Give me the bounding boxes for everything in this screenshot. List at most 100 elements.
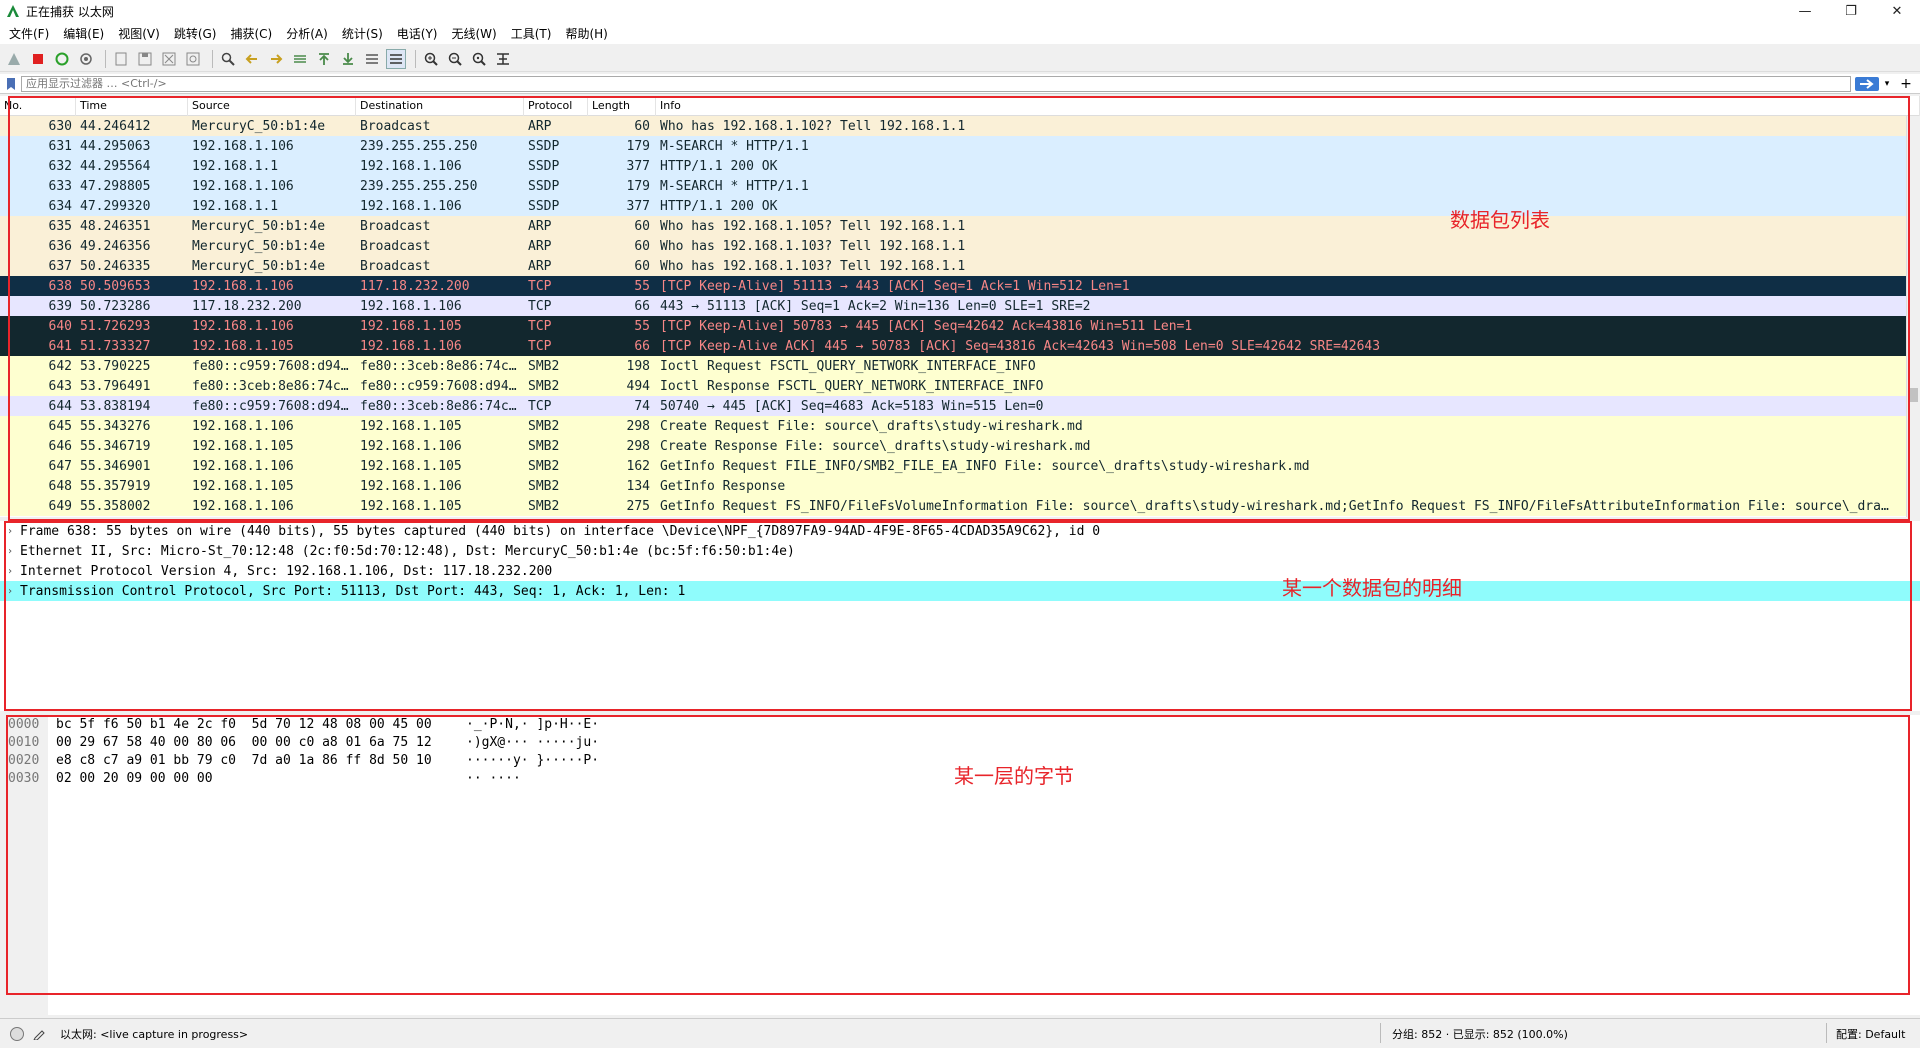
detail-tree-row[interactable]: › Internet Protocol Version 4, Src: 192.1…: [0, 561, 1920, 581]
cell-length: 377: [626, 158, 650, 174]
apply-filter-arrow-icon[interactable]: [1855, 76, 1879, 91]
detail-tree-row[interactable]: › Frame 638: 55 bytes on wire (440 bits),…: [0, 521, 1920, 541]
start-capture-icon[interactable]: [4, 49, 24, 69]
resize-columns-icon[interactable]: [493, 49, 513, 69]
menu-go[interactable]: 跳转(G): [167, 25, 224, 42]
packet-row[interactable]: 637 50.246335 MercuryC_50:b1:4e Broadcast AR…: [0, 256, 1920, 276]
column-header-source[interactable]: Source: [188, 96, 356, 116]
chevron-right-icon[interactable]: ›: [0, 566, 20, 577]
packet-row[interactable]: 648 55.357919 192.168.1.105 192.168.1.106 SM…: [0, 476, 1920, 496]
find-packet-icon[interactable]: [218, 49, 238, 69]
status-profile[interactable]: 配置: Default: [1836, 1026, 1905, 1042]
zoom-in-icon[interactable]: [421, 49, 441, 69]
bytes-hex[interactable]: bc 5f f6 50 b1 4e 2c f0 5d 70 12 48 08 0…: [56, 717, 456, 732]
bytes-ascii[interactable]: ·· ····: [466, 771, 666, 786]
packet-row[interactable]: 643 53.796491 fe80::3ceb:8e86:74c… fe80::c9…: [0, 376, 1920, 396]
packet-row[interactable]: 633 47.298805 192.168.1.106 239.255.255.250…: [0, 176, 1920, 196]
packet-row[interactable]: 639 50.723286 117.18.232.200 192.168.1.106 T…: [0, 296, 1920, 316]
menu-wireless[interactable]: 无线(W): [445, 25, 504, 42]
packet-row[interactable]: 635 48.246351 MercuryC_50:b1:4e Broadcast AR…: [0, 216, 1920, 236]
zoom-out-icon[interactable]: [445, 49, 465, 69]
packet-row[interactable]: 638 50.509653 192.168.1.106 117.18.232.200 T…: [0, 276, 1920, 296]
menu-view[interactable]: 视图(V): [111, 25, 167, 42]
menu-edit[interactable]: 编辑(E): [56, 25, 111, 42]
close-button[interactable]: ✕: [1874, 0, 1920, 22]
column-header-protocol[interactable]: Protocol: [524, 96, 588, 116]
bytes-ascii[interactable]: ······y· }·····P·: [466, 753, 666, 768]
packet-row[interactable]: 649 55.358002 192.168.1.106 192.168.1.105 SM…: [0, 496, 1920, 516]
packet-row[interactable]: 641 51.733327 192.168.1.105 192.168.1.106 TC…: [0, 336, 1920, 356]
cell-time: 53.796491: [80, 378, 151, 394]
zoom-normal-icon[interactable]: [469, 49, 489, 69]
menu-capture[interactable]: 捕获(C): [223, 25, 279, 42]
menu-help[interactable]: 帮助(H): [558, 25, 614, 42]
stop-capture-icon[interactable]: [28, 49, 48, 69]
scrollbar-thumb[interactable]: [1909, 388, 1918, 402]
column-header-no[interactable]: No.: [0, 96, 76, 116]
chevron-right-icon[interactable]: ›: [0, 546, 20, 557]
close-file-icon[interactable]: [159, 49, 179, 69]
bytes-offset: 0000: [8, 716, 40, 732]
go-to-packet-icon[interactable]: [290, 49, 310, 69]
bytes-hex[interactable]: 00 29 67 58 40 00 80 06 00 00 c0 a8 01 6…: [56, 735, 456, 750]
cell-length: 298: [626, 438, 650, 454]
expert-info-led-icon[interactable]: [10, 1026, 24, 1041]
bytes-ascii[interactable]: ·)gX@··· ·····ju·: [466, 735, 666, 750]
packet-row[interactable]: 630 44.246412 MercuryC_50:b1:4e Broadcast AR…: [0, 116, 1920, 136]
cell-destination: 239.255.255.250: [360, 178, 478, 194]
menu-file[interactable]: 文件(F): [2, 25, 56, 42]
chevron-right-icon[interactable]: ›: [0, 526, 20, 537]
cell-protocol: SMB2: [528, 458, 560, 474]
autoscroll-icon[interactable]: [362, 49, 382, 69]
packet-row[interactable]: 645 55.343276 192.168.1.106 192.168.1.105 SM…: [0, 416, 1920, 436]
menu-tools[interactable]: 工具(T): [504, 25, 559, 42]
detail-tree-row[interactable]: › Ethernet II, Src: Micro-St_70:12:48 (2c…: [0, 541, 1920, 561]
column-header-destination[interactable]: Destination: [356, 96, 524, 116]
packet-row[interactable]: 636 49.246356 MercuryC_50:b1:4e Broadcast AR…: [0, 236, 1920, 256]
bookmark-icon[interactable]: [3, 76, 19, 92]
packet-list-scrollbar[interactable]: [1906, 116, 1920, 517]
restart-capture-icon[interactable]: [52, 49, 72, 69]
column-header-time[interactable]: Time: [76, 96, 188, 116]
column-header-length[interactable]: Length: [588, 96, 656, 116]
column-header-info[interactable]: Info: [656, 96, 1920, 116]
packet-row[interactable]: 632 44.295564 192.168.1.1 192.168.1.106 SSDP…: [0, 156, 1920, 176]
packet-row[interactable]: 642 53.790225 fe80::c959:7608:d94… fe80::3c…: [0, 356, 1920, 376]
go-forward-icon[interactable]: [266, 49, 286, 69]
packet-row[interactable]: 634 47.299320 192.168.1.1 192.168.1.106 SSDP…: [0, 196, 1920, 216]
bytes-hex[interactable]: 02 00 20 09 00 00 00: [56, 771, 456, 786]
packet-row[interactable]: 631 44.295063 192.168.1.106 239.255.255.250…: [0, 136, 1920, 156]
first-packet-icon[interactable]: [314, 49, 334, 69]
last-packet-icon[interactable]: [338, 49, 358, 69]
cell-protocol: SSDP: [528, 138, 560, 154]
cell-destination: fe80::3ceb:8e86:74c…: [360, 398, 517, 414]
wireshark-fin-icon: [6, 4, 20, 18]
add-filter-button-plus-icon[interactable]: +: [1899, 76, 1913, 92]
save-file-icon[interactable]: [135, 49, 155, 69]
cell-no: 649: [48, 498, 72, 514]
reload-file-icon[interactable]: [183, 49, 203, 69]
menu-statistics[interactable]: 统计(S): [335, 25, 390, 42]
capture-comment-pencil-icon[interactable]: [32, 1027, 46, 1041]
chevron-right-icon[interactable]: ›: [0, 586, 20, 597]
packet-row[interactable]: 646 55.346719 192.168.1.105 192.168.1.106 SM…: [0, 436, 1920, 456]
restore-button[interactable]: ❐: [1828, 0, 1874, 22]
packet-row[interactable]: 640 51.726293 192.168.1.106 192.168.1.105 TC…: [0, 316, 1920, 336]
open-file-icon[interactable]: [111, 49, 131, 69]
detail-tree-row[interactable]: › Transmission Control Protocol, Src Port…: [0, 581, 1920, 601]
minimize-button[interactable]: —: [1782, 0, 1828, 22]
bytes-hex[interactable]: e8 c8 c7 a9 01 bb 79 c0 7d a0 1a 86 ff 8…: [56, 753, 456, 768]
capture-options-icon[interactable]: [76, 49, 96, 69]
packet-list-annotation-label: 数据包列表: [1450, 208, 1550, 232]
cell-info: GetInfo Request FILE_INFO/SMB2_FILE_EA_I…: [660, 458, 1310, 474]
packet-row[interactable]: 647 55.346901 192.168.1.106 192.168.1.105 SM…: [0, 456, 1920, 476]
colorize-icon[interactable]: [386, 48, 406, 69]
packet-row[interactable]: 644 53.838194 fe80::c959:7608:d94… fe80::3c…: [0, 396, 1920, 416]
cell-no: 636: [48, 238, 72, 254]
filter-history-chevron-down-icon[interactable]: ▾: [1881, 79, 1893, 89]
menu-telephony[interactable]: 电话(Y): [390, 25, 445, 42]
display-filter-input[interactable]: [21, 75, 1851, 92]
bytes-ascii[interactable]: ·_·P·N,· ]p·H··E·: [466, 717, 666, 732]
menu-analyze[interactable]: 分析(A): [279, 25, 335, 42]
go-back-icon[interactable]: [242, 49, 262, 69]
